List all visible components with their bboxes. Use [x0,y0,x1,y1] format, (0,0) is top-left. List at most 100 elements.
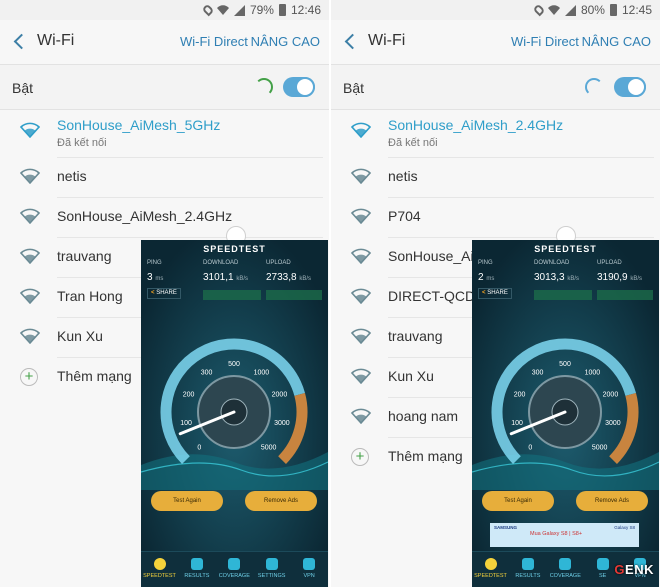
speedtest-window: 0 100 200 300 500 1000 2000 3000 5000 SPEEDTEST PI… [472,240,659,587]
wifi-signal-icon [350,168,372,185]
plus-icon: + [351,448,369,466]
wifi-signal-icon [19,168,41,185]
nav-item-coverage[interactable]: COVERAGE [547,552,584,587]
nav-item-settings[interactable]: SETTINGS [253,552,290,587]
wifi-signal-icon [350,248,372,265]
clock: 12:46 [290,3,321,17]
location-icon [201,3,215,17]
ping-unit: ms [486,276,495,282]
download-value: 3101,1 kB/s [203,272,248,283]
gauge-tick-label: 500 [228,361,240,368]
test-again-button[interactable]: Test Again [482,491,554,511]
wifi-toggle-row[interactable]: Bật [331,64,660,110]
network-name: P704 [388,208,421,224]
gauge-tick-label: 500 [559,361,571,368]
advanced-button[interactable]: NÂNG CAO [251,34,320,49]
wifi-network-item[interactable]: netis [0,158,329,198]
gauge-tick-label: 1000 [254,369,270,376]
download-number: 3013,3 [534,272,565,283]
wifi-toggle-row[interactable]: Bật [0,64,329,110]
ad-product: Galaxy S8 [614,525,635,530]
wifi-toggle-label: Bật [343,80,365,96]
wifi-network-item[interactable]: SonHouse_AiMesh_2.4GHz [0,198,329,238]
wifi-status-icon [547,5,560,16]
nav-settings-icon [265,558,278,570]
nav-label: SPEEDTEST [474,573,507,579]
nav-label: RESULTS [184,573,210,579]
upload-value: 3190,9 kB/s [597,272,642,283]
wifi-direct-button[interactable]: Wi-Fi Direct [180,34,248,49]
upload-unit: kB/s [630,276,643,282]
nav-coverage-icon [228,558,241,570]
share-button[interactable]: < SHARE [478,288,512,299]
wifi-network-item[interactable]: netis [331,158,660,198]
gauge-tick-label: 100 [511,420,523,427]
wifi-network-item[interactable]: P704 [331,198,660,238]
gauge-tick-label: 300 [201,369,213,376]
upload-label: UPLOAD [597,260,622,266]
ping-number: 2 [478,272,484,283]
wifi-direct-button[interactable]: Wi-Fi Direct [511,34,579,49]
wifi-signal-icon [350,408,372,425]
connection-status: Đã kết nối [57,137,107,149]
nav-item-results[interactable]: RESULTS [178,552,215,587]
upload-unit: kB/s [299,276,312,282]
download-unit: kB/s [567,276,580,282]
network-name: trauvang [388,328,443,344]
remove-ads-button[interactable]: Remove Ads [245,491,317,511]
wifi-network-item[interactable]: SonHouse_AiMesh_5GHz Đã kết nối [0,110,329,158]
network-name: netis [57,168,87,184]
nav-item-vpn[interactable]: VPN [291,552,328,587]
gauge-tick-label: 2000 [272,392,288,399]
share-button[interactable]: < SHARE [147,288,181,299]
speedtest-bottom-nav: SPEEDTEST RESULTS COVERAGE SETTINGS VPN [141,551,328,587]
speedtest-logo: SPEEDTEST [534,244,597,254]
upload-number: 2733,8 [266,272,297,283]
network-name: trauvang [57,248,112,264]
network-name: hoang nam [388,408,459,424]
nav-label: SETTINGS [257,573,286,579]
add-network-label: Thêm mạng [388,448,463,464]
nav-label: RESULTS [515,573,541,579]
wifi-toggle-label: Bật [12,80,34,96]
plus-icon: + [20,368,38,386]
wifi-toggle-switch[interactable] [614,77,646,97]
test-again-button[interactable]: Test Again [151,491,223,511]
nav-item-speedtest[interactable]: SPEEDTEST [141,552,178,587]
wifi-signal-icon [19,288,41,305]
nav-item-results[interactable]: RESULTS [509,552,546,587]
ping-number: 3 [147,272,153,283]
gauge-tick-label: 300 [532,369,544,376]
wifi-signal-icon [19,122,41,139]
back-arrow-icon[interactable] [12,32,28,52]
advanced-button[interactable]: NÂNG CAO [582,34,651,49]
gauge-tick-label: 1000 [585,369,601,376]
gauge-tick-label: 100 [180,420,192,427]
wifi-signal-icon [350,368,372,385]
network-name: SonHouse_AiMesh_2.4GHz [388,117,564,133]
upload-label: UPLOAD [266,260,291,266]
nav-results-icon [521,558,534,570]
remove-ads-button[interactable]: Remove Ads [576,491,648,511]
scanning-spinner-icon [585,78,603,96]
back-arrow-icon[interactable] [343,32,359,52]
nav-item-coverage[interactable]: COVERAGE [216,552,253,587]
download-label: DOWNLOAD [203,260,239,266]
network-name: SonHouse_AiMesh_5GHz [57,117,221,133]
nav-speedtest-icon [153,558,166,570]
toggle-knob [626,77,646,97]
wifi-signal-icon [19,208,41,225]
wifi-toggle-switch[interactable] [283,77,315,97]
advertisement-banner[interactable]: SAMSUNG Mua Galaxy S8 | S8+ Galaxy S8 [490,523,639,547]
nav-coverage-icon [559,558,572,570]
wifi-network-item[interactable]: SonHouse_AiMesh_2.4GHz Đã kết nối [331,110,660,158]
wifi-signal-icon [350,288,372,305]
gauge-tick-label: 0 [528,445,532,452]
nav-item-speedtest[interactable]: SPEEDTEST [472,552,509,587]
share-icon: < [482,290,486,296]
ping-label: PING [147,260,162,266]
status-bar: 80% 12:45 [331,0,660,20]
page-title: Wi-Fi [368,32,406,49]
network-name: SonHouse_AiMesh_2.4GHz [57,208,233,224]
battery-icon [278,4,286,16]
